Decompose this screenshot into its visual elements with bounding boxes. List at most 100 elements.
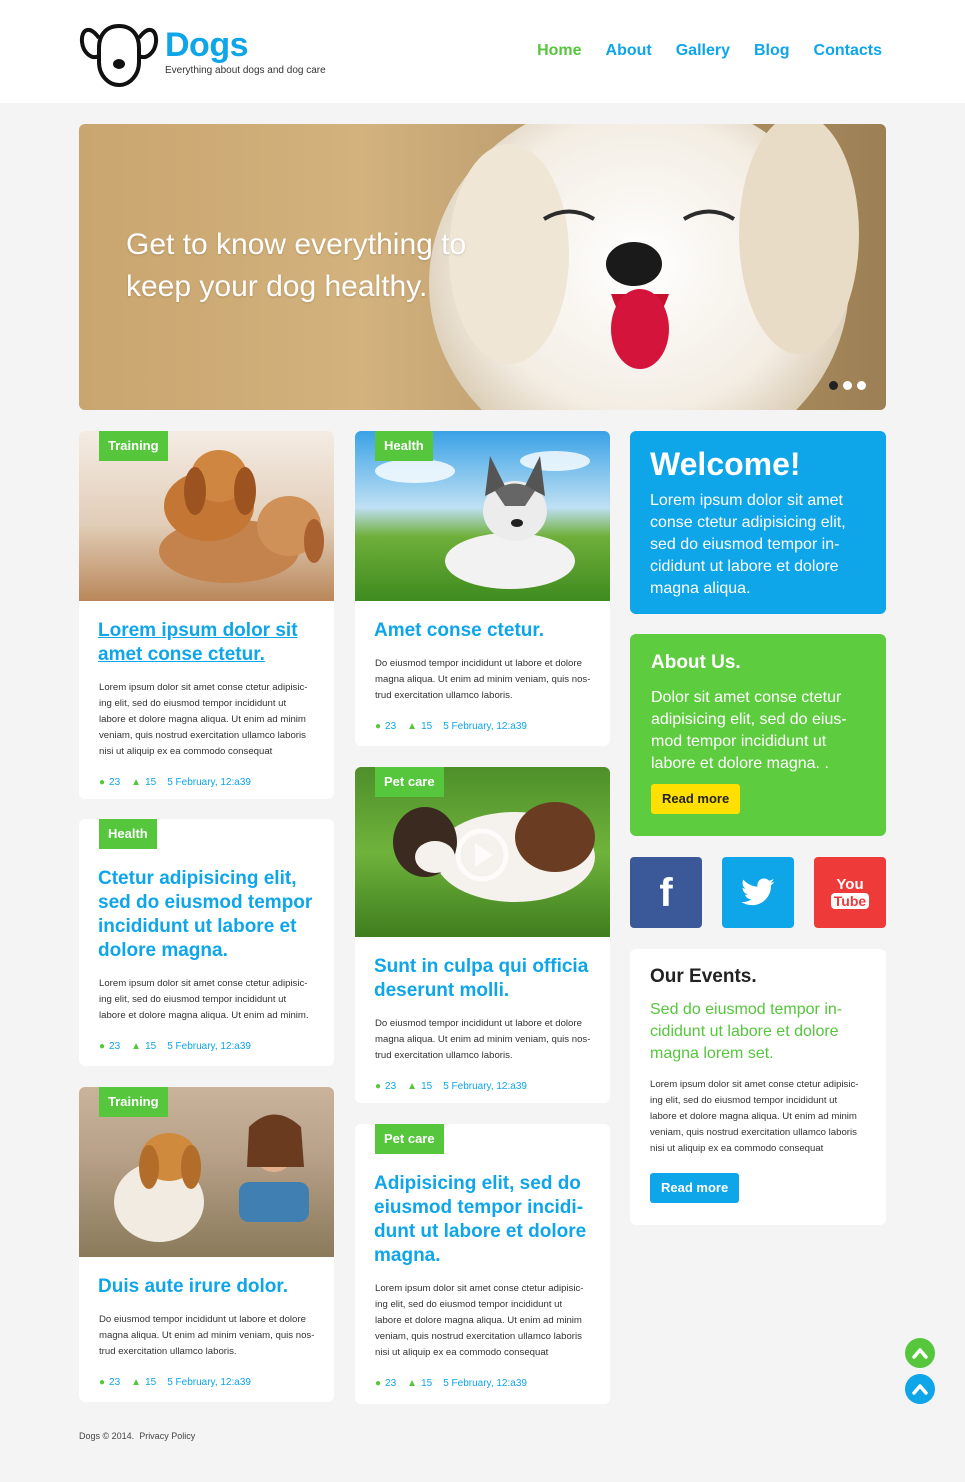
brand-tagline: Everything about dogs and dog care — [165, 65, 326, 76]
post-excerpt: Do eiusmod tempor incididunt ut labore e… — [375, 658, 591, 701]
post-title[interactable]: Duis aute irure dolor. — [98, 1275, 315, 1299]
youtube-icon: You Tube — [830, 876, 870, 909]
thumbs-up-icon: ▲ — [131, 1041, 142, 1052]
nav-contacts[interactable]: Contacts — [814, 40, 882, 62]
nav-gallery[interactable]: Gallery — [676, 40, 730, 62]
comments-count[interactable]: ● 23 — [99, 777, 120, 788]
facebook-button[interactable]: f — [630, 857, 702, 928]
thumbs-up-icon: ▲ — [407, 721, 418, 732]
site-footer: Dogs © 2014. Privacy Policy — [79, 1431, 195, 1441]
post-date: 5 February, 12:a39 — [443, 1378, 527, 1389]
about-title: About Us. — [651, 652, 741, 673]
events-read-more-button[interactable]: Read more — [650, 1173, 740, 1203]
category-tag[interactable]: Pet care — [375, 767, 444, 797]
post-date: 5 February, 12:a39 — [443, 721, 527, 732]
about-read-more-button[interactable]: Read more — [651, 784, 741, 814]
welcome-box: Welcome! Lorem ipsum dolor sit amet cons… — [630, 431, 886, 614]
thumbs-up-icon: ▲ — [131, 1377, 142, 1388]
nav-about[interactable]: About — [606, 40, 652, 62]
post-title[interactable]: Ctetur adipisicing elit, sed do eiusmod … — [98, 867, 315, 963]
events-text: Lorem ipsum dolor sit amet conse ctetur … — [650, 1079, 859, 1154]
likes-count[interactable]: ▲ 15 — [407, 1081, 432, 1092]
post-date: 5 February, 12:a39 — [167, 777, 251, 788]
about-text: Dolor sit amet conse ctetur adipisicing … — [651, 689, 847, 772]
category-tag[interactable]: Health — [99, 819, 157, 849]
post-meta: ● 23 ▲ 15 5 February, 12:a39 — [375, 1081, 590, 1092]
post-image[interactable]: Training — [79, 1087, 334, 1257]
post-excerpt: Lorem ipsum dolor sit amet conse ctetur … — [375, 1283, 584, 1358]
post-meta: ● 23 ▲ 15 5 February, 12:a39 — [99, 1041, 314, 1052]
chevron-up-icon — [912, 1384, 928, 1395]
post-card: Pet care Adipisicing elit, sed do eiusmo… — [355, 1124, 610, 1404]
comment-icon: ● — [99, 777, 106, 788]
slider-dot-1[interactable] — [829, 381, 838, 390]
category-tag[interactable]: Health — [375, 431, 433, 461]
site-header: Dogs Everything about dogs and dog care … — [0, 0, 965, 103]
events-title: Our Events. — [650, 966, 757, 987]
post-meta: ● 23 ▲ 15 5 February, 12:a39 — [99, 1377, 314, 1388]
post-card: Training Duis aute irure dolor. Do eiusm… — [79, 1087, 334, 1402]
comment-icon: ● — [99, 1377, 106, 1388]
chevron-up-icon — [912, 1348, 928, 1359]
youtube-button[interactable]: You Tube — [814, 857, 886, 928]
comments-count[interactable]: ● 23 — [99, 1041, 120, 1052]
comment-icon: ● — [375, 1081, 382, 1092]
post-title[interactable]: Sunt in culpa qui officia deserunt molli… — [374, 955, 591, 1003]
privacy-policy-link[interactable]: Privacy Policy — [139, 1431, 195, 1441]
post-excerpt: Lorem ipsum dolor sit amet conse ctetur … — [99, 978, 309, 1021]
likes-count[interactable]: ▲ 15 — [131, 1041, 156, 1052]
post-meta: ● 23 ▲ 15 5 February, 12:a39 — [99, 777, 314, 788]
hero-headline: Get to know everything to keep your dog … — [126, 228, 467, 303]
brand-name[interactable]: Dogs — [165, 26, 249, 64]
about-box: About Us. Dolor sit amet conse ctetur ad… — [630, 634, 886, 836]
post-image[interactable]: Pet care — [355, 767, 610, 937]
likes-count[interactable]: ▲ 15 — [407, 1378, 432, 1389]
post-excerpt: Do eiusmod tempor incididunt ut labore e… — [375, 1018, 591, 1061]
nav-blog[interactable]: Blog — [754, 40, 790, 62]
category-tag[interactable]: Training — [99, 1087, 168, 1117]
comments-count[interactable]: ● 23 — [375, 721, 396, 732]
post-meta: ● 23 ▲ 15 5 February, 12:a39 — [375, 721, 590, 732]
welcome-title: Welcome! — [650, 446, 801, 482]
dog-logo-icon[interactable] — [79, 16, 159, 88]
category-tag[interactable]: Training — [99, 431, 168, 461]
likes-count[interactable]: ▲ 15 — [131, 1377, 156, 1388]
post-card: Health Amet conse ctetur. Do eiusmod tem… — [355, 431, 610, 746]
scroll-up-blue-button[interactable] — [905, 1374, 935, 1404]
facebook-icon: f — [659, 870, 673, 915]
slider-dot-3[interactable] — [857, 381, 866, 390]
post-title[interactable]: Lorem ipsum dolor sit amet conse ctetur. — [98, 619, 315, 667]
comment-icon: ● — [375, 721, 382, 732]
post-excerpt: Lorem ipsum dolor sit amet conse ctetur … — [99, 682, 308, 757]
slider-dot-2[interactable] — [843, 381, 852, 390]
post-image[interactable]: Training — [79, 431, 334, 601]
post-excerpt: Do eiusmod tempor incididunt ut labore e… — [99, 1314, 315, 1357]
likes-count[interactable]: ▲ 15 — [407, 721, 432, 732]
post-date: 5 February, 12:a39 — [167, 1041, 251, 1052]
post-date: 5 February, 12:a39 — [443, 1081, 527, 1092]
scroll-up-green-button[interactable] — [905, 1338, 935, 1368]
comments-count[interactable]: ● 23 — [375, 1378, 396, 1389]
copyright: Dogs © 2014. — [79, 1431, 135, 1441]
comment-icon: ● — [99, 1041, 106, 1052]
comments-count[interactable]: ● 23 — [375, 1081, 396, 1092]
welcome-text: Lorem ipsum dolor sit amet conse ctetur … — [650, 492, 846, 597]
post-meta: ● 23 ▲ 15 5 February, 12:a39 — [375, 1378, 590, 1389]
post-card: Pet care Sunt in culpa qui officia deser… — [355, 767, 610, 1103]
post-image[interactable]: Health — [355, 431, 610, 601]
events-lead: Sed do eiusmod tempor in-cididunt ut lab… — [650, 1001, 843, 1062]
thumbs-up-icon: ▲ — [407, 1081, 418, 1092]
twitter-button[interactable] — [722, 857, 794, 928]
likes-count[interactable]: ▲ 15 — [131, 777, 156, 788]
thumbs-up-icon: ▲ — [131, 777, 142, 788]
thumbs-up-icon: ▲ — [407, 1378, 418, 1389]
nav-home[interactable]: Home — [537, 40, 581, 62]
post-title[interactable]: Amet conse ctetur. — [374, 619, 591, 643]
category-tag[interactable]: Pet care — [375, 1124, 444, 1154]
events-box: Our Events. Sed do eiusmod tempor in-cid… — [630, 949, 886, 1225]
post-title[interactable]: Adipisicing elit, sed do eiusmod tempor … — [374, 1172, 591, 1268]
post-card: Training Lorem ipsum dolor sit amet cons… — [79, 431, 334, 799]
comments-count[interactable]: ● 23 — [99, 1377, 120, 1388]
twitter-bird-icon — [741, 877, 775, 905]
hero-slider[interactable]: Get to know everything to keep your dog … — [79, 124, 886, 410]
